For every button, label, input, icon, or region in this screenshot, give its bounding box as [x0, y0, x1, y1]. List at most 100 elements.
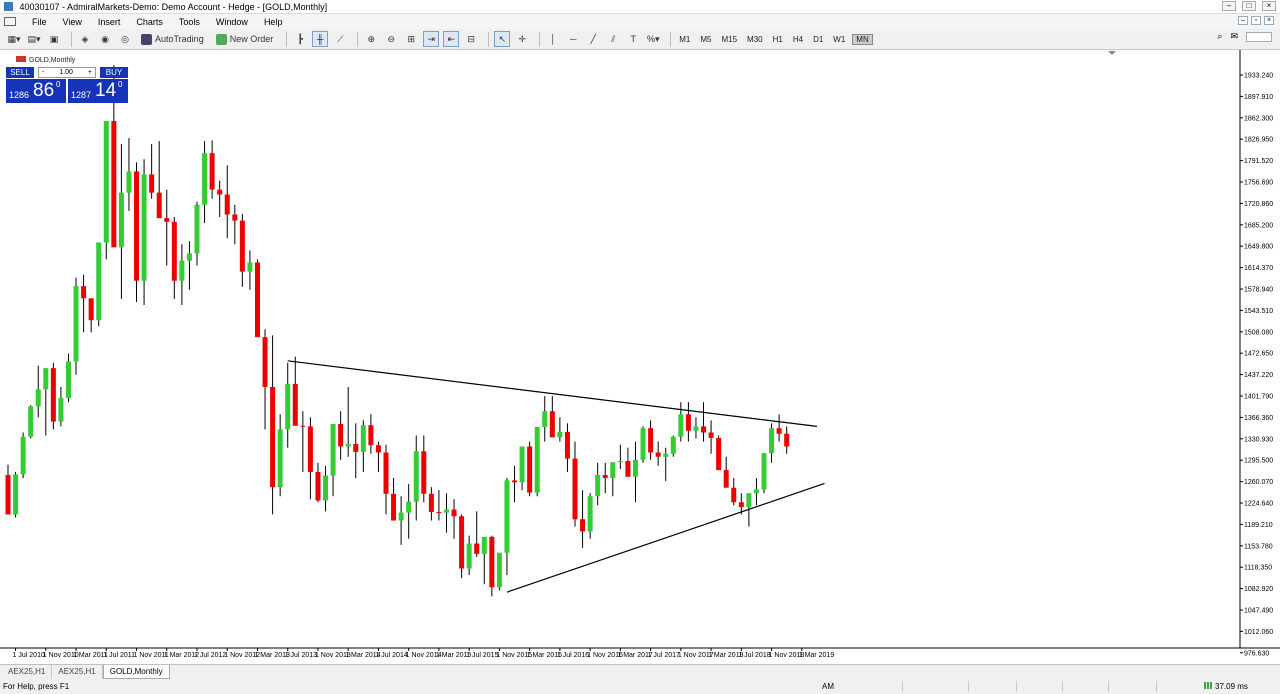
bullish-candle: [753, 489, 759, 494]
maximize-button[interactable]: □: [1242, 1, 1256, 11]
bullish-candle: [247, 262, 253, 272]
document-icon[interactable]: [4, 17, 16, 26]
menu-file[interactable]: File: [24, 17, 55, 27]
bearish-candle: [648, 428, 654, 453]
tile-windows-icon[interactable]: ⊞: [403, 31, 419, 47]
menu-insert[interactable]: Insert: [90, 17, 129, 27]
signals-icon[interactable]: ◎: [117, 31, 133, 47]
search-box[interactable]: [1246, 31, 1272, 42]
menu-window[interactable]: Window: [208, 17, 256, 27]
menu-view[interactable]: View: [55, 17, 90, 27]
buy-price-point: 0: [118, 80, 123, 89]
toolbar-separator: [488, 31, 490, 47]
bar-chart-icon[interactable]: ┣: [292, 31, 308, 47]
text-icon[interactable]: T: [625, 31, 641, 47]
bullish-candle: [534, 427, 540, 493]
price-axis-label: 1933.240: [1244, 73, 1273, 80]
bullish-candle: [330, 423, 336, 476]
close-button[interactable]: ×: [1262, 1, 1276, 11]
bullish-candle: [670, 436, 676, 454]
bullish-candle: [126, 171, 132, 193]
chat-icon[interactable]: ✉: [1230, 31, 1238, 42]
zoom-out-icon[interactable]: ⊖: [383, 31, 399, 47]
child-restore-button[interactable]: ▫: [1251, 16, 1261, 25]
toolbar-separator: [670, 31, 672, 47]
connection-status[interactable]: 37.09 ms: [1204, 679, 1248, 694]
zoom-in-icon[interactable]: ⊕: [363, 31, 379, 47]
bullish-candle: [678, 414, 684, 437]
bullish-candle: [118, 192, 124, 248]
market-watch-icon[interactable]: ▣: [46, 31, 62, 47]
timeframe-m5[interactable]: M5: [697, 35, 714, 44]
indicators-icon[interactable]: ⊟: [463, 31, 479, 47]
bullish-candle: [496, 552, 502, 588]
bullish-candle: [360, 425, 366, 452]
menu-tools[interactable]: Tools: [171, 17, 208, 27]
line-chart-icon[interactable]: ⟋: [332, 31, 348, 47]
timeframe-m30[interactable]: M30: [744, 35, 766, 44]
tab-aex25-h1-2[interactable]: AEX25,H1: [52, 665, 103, 679]
bearish-candle: [459, 516, 465, 569]
lot-decrease-button[interactable]: -: [42, 69, 44, 76]
horizontal-line-icon[interactable]: ─: [565, 31, 581, 47]
bearish-candle: [436, 512, 442, 514]
profiles-icon[interactable]: ▤▾: [26, 31, 42, 47]
bullish-candle: [504, 480, 510, 553]
time-axis-label: 1 Jul 2013: [285, 652, 317, 659]
bullish-candle: [186, 253, 192, 261]
status-separator: [1108, 681, 1109, 692]
timeframe-d1[interactable]: D1: [810, 35, 826, 44]
autotrading-button[interactable]: AutoTrading: [137, 31, 208, 47]
bearish-candle: [111, 121, 117, 248]
buy-button[interactable]: BUY: [100, 66, 128, 78]
navigator-icon[interactable]: ◈: [77, 31, 93, 47]
bullish-candle: [13, 474, 19, 515]
timeframe-w1[interactable]: W1: [830, 35, 848, 44]
price-axis-label: 1082.920: [1244, 586, 1273, 593]
bullish-candle: [769, 428, 775, 454]
bearish-candle: [580, 519, 586, 532]
bullish-candle: [595, 474, 601, 497]
window-title: 40030107 - AdmiralMarkets-Demo: Demo Acc…: [19, 2, 328, 12]
lot-size-field[interactable]: - 1.00 +: [38, 66, 96, 78]
bullish-candle: [28, 406, 34, 437]
timeframe-mn[interactable]: MN: [852, 33, 873, 45]
lot-value[interactable]: 1.00: [59, 69, 73, 76]
fibonacci-icon[interactable]: %▾: [645, 31, 661, 47]
minimize-button[interactable]: –: [1222, 1, 1236, 11]
child-minimize-button[interactable]: –: [1238, 16, 1248, 25]
bearish-candle: [784, 433, 790, 447]
timeframe-h1[interactable]: H1: [770, 35, 786, 44]
candlestick-chart-icon[interactable]: ╫: [312, 31, 329, 47]
sell-button[interactable]: SELL: [6, 66, 34, 78]
child-close-button[interactable]: ×: [1264, 16, 1274, 25]
sell-quote[interactable]: 1286 86 0: [6, 79, 66, 103]
tab-gold-monthly[interactable]: GOLD,Monthly: [102, 665, 170, 679]
bullish-candle: [103, 121, 109, 243]
status-bar: For Help, press F1 AM 37.09 ms: [0, 679, 1280, 694]
timeframe-h4[interactable]: H4: [790, 35, 806, 44]
timeframe-m1[interactable]: M1: [676, 35, 693, 44]
price-axis-label: 1260.070: [1244, 479, 1273, 486]
timeframe-m15[interactable]: M15: [718, 35, 740, 44]
menu-help[interactable]: Help: [256, 17, 291, 27]
new-order-button[interactable]: New Order: [212, 31, 278, 47]
vertical-line-icon[interactable]: │: [545, 31, 561, 47]
price-chart[interactable]: 1933.240 1897.910 1862.300 1826.950 1791.520…: [0, 50, 1280, 664]
title-bar: 40030107 - AdmiralMarkets-Demo: Demo Acc…: [0, 0, 1280, 14]
channel-icon[interactable]: ⫽: [605, 31, 621, 47]
cursor-icon[interactable]: ↖: [494, 31, 511, 47]
menu-charts[interactable]: Charts: [128, 17, 171, 27]
new-chart-icon[interactable]: ▦▾: [6, 31, 22, 47]
auto-scroll-icon[interactable]: ⇥: [423, 31, 440, 47]
tab-aex25-h1[interactable]: AEX25,H1: [2, 665, 53, 679]
crosshair-icon[interactable]: ✛: [514, 31, 530, 47]
terminal-icon[interactable]: ◉: [97, 31, 113, 47]
chart-shift-icon[interactable]: ⇤: [443, 31, 460, 47]
chart-window[interactable]: 1933.240 1897.910 1862.300 1826.950 1791.520…: [0, 50, 1280, 664]
buy-quote[interactable]: 1287 14 0: [68, 79, 128, 103]
bullish-candle: [194, 204, 200, 254]
search-icon[interactable]: ⌕: [1217, 31, 1222, 42]
trendline-icon[interactable]: ╱: [585, 31, 601, 47]
lot-increase-button[interactable]: +: [88, 69, 92, 76]
